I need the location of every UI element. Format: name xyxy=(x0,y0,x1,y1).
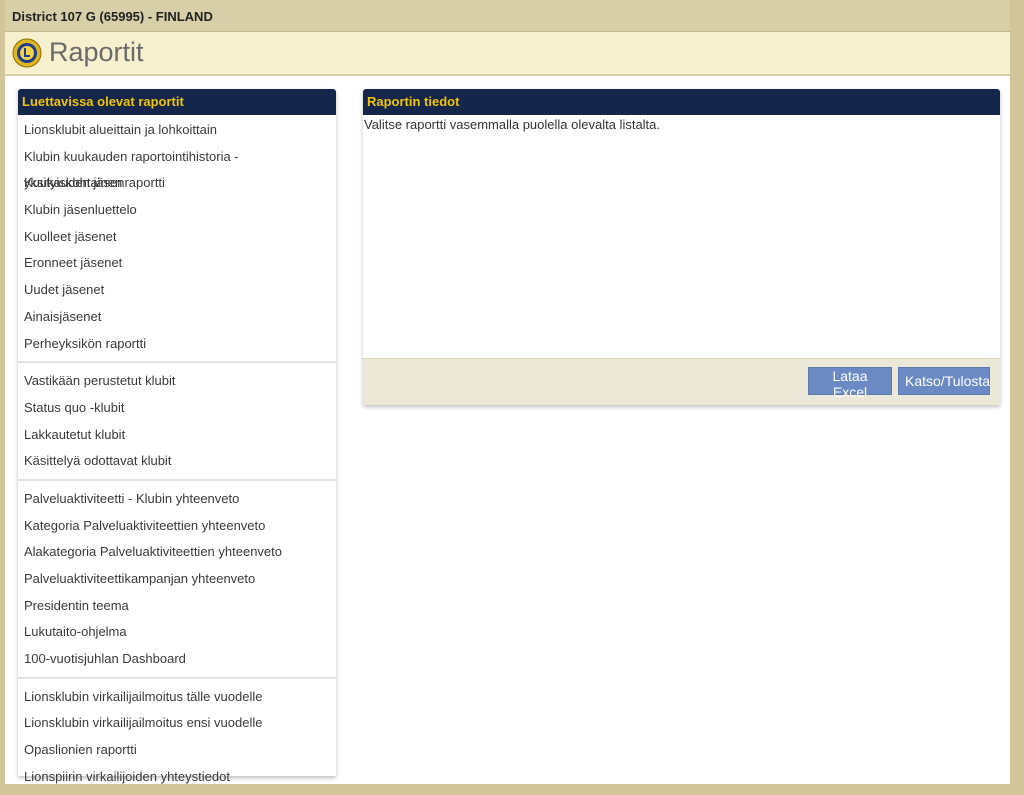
report-list-item[interactable]: Eronneet jäsenet xyxy=(18,250,336,277)
report-list-item[interactable]: Presidentin teema xyxy=(18,593,336,620)
report-list-item[interactable]: Alakategoria Palveluaktiviteettien yhtee… xyxy=(18,539,336,566)
page-header: Raportit xyxy=(5,32,1010,76)
report-actions-bar: Lataa Excel Katso/Tulosta xyxy=(363,358,1000,405)
report-list-item[interactable]: Kuukauden jäsenraportti xyxy=(18,170,336,197)
report-list-item[interactable]: Kuolleet jäsenet xyxy=(18,224,336,251)
report-list-item[interactable]: Opaslionien raportti xyxy=(18,737,336,764)
report-list-item[interactable]: Lionspiirin virkailijoiden yhteystiedot xyxy=(18,764,336,791)
report-list-item[interactable]: Ainaisjäsenet xyxy=(18,304,336,331)
report-details-heading: Raportin tiedot xyxy=(363,89,1000,115)
report-list-item[interactable]: Perheyksikön raportti xyxy=(18,331,336,358)
lions-logo-icon xyxy=(12,38,42,68)
report-list-item[interactable]: Käsittelyä odottavat klubit xyxy=(18,448,336,475)
report-list-item[interactable]: Kategoria Palveluaktiviteettien yhteenve… xyxy=(18,513,336,540)
report-group: Palveluaktiviteetti - Klubin yhteenveto K… xyxy=(18,478,336,677)
available-reports-panel: Luettavissa olevat raportit Lionsklubit … xyxy=(18,89,336,784)
report-list: Lionsklubit alueittain ja lohkoittain Klu… xyxy=(18,115,336,795)
view-print-button[interactable]: Katso/Tulosta xyxy=(898,367,990,395)
report-list-item[interactable]: Lionsklubin virkailijailmoitus tälle vuo… xyxy=(18,684,336,711)
district-title: District 107 G (65995) - FINLAND xyxy=(12,9,213,24)
report-list-item[interactable]: Lukutaito-ohjelma xyxy=(18,619,336,646)
report-list-item[interactable]: Palveluaktiviteettikampanjan yhteenveto xyxy=(18,566,336,593)
report-list-item[interactable]: Lionsklubit alueittain ja lohkoittain xyxy=(18,117,336,144)
district-bar: District 107 G (65995) - FINLAND xyxy=(5,0,1010,32)
report-list-item[interactable]: Status quo -klubit xyxy=(18,395,336,422)
report-list-item[interactable]: Klubin kuukauden raportointihistoria - y… xyxy=(18,144,336,191)
app-frame: District 107 G (65995) - FINLAND Raporti… xyxy=(5,0,1010,784)
report-list-item[interactable]: Lakkautetut klubit xyxy=(18,422,336,449)
available-reports-heading: Luettavissa olevat raportit xyxy=(18,89,336,115)
report-list-item[interactable]: Vastikään perustetut klubit xyxy=(18,368,336,395)
report-details-panel: Raportin tiedot Valitse raportti vasemma… xyxy=(363,89,1000,405)
report-list-item[interactable]: Klubin jäsenluettelo xyxy=(18,197,336,224)
report-group: Vastikään perustetut klubit Status quo -k… xyxy=(18,361,336,479)
page-title: Raportit xyxy=(49,37,144,67)
report-list-item[interactable]: Lionsklubin virkailijailmoitus ensi vuod… xyxy=(18,710,336,737)
download-excel-button[interactable]: Lataa Excel xyxy=(808,367,892,400)
report-list-item[interactable]: 100-vuotisjuhlan Dashboard xyxy=(18,646,336,673)
report-group: Lionsklubit alueittain ja lohkoittain Klu… xyxy=(18,115,336,361)
report-list-item[interactable]: Palveluaktiviteetti - Klubin yhteenveto xyxy=(18,486,336,513)
report-list-item[interactable]: Uudet jäsenet xyxy=(18,277,336,304)
report-details-text: Valitse raportti vasemmalla puolella ole… xyxy=(364,117,661,132)
report-group: Lionsklubin virkailijailmoitus tälle vuo… xyxy=(18,676,336,795)
